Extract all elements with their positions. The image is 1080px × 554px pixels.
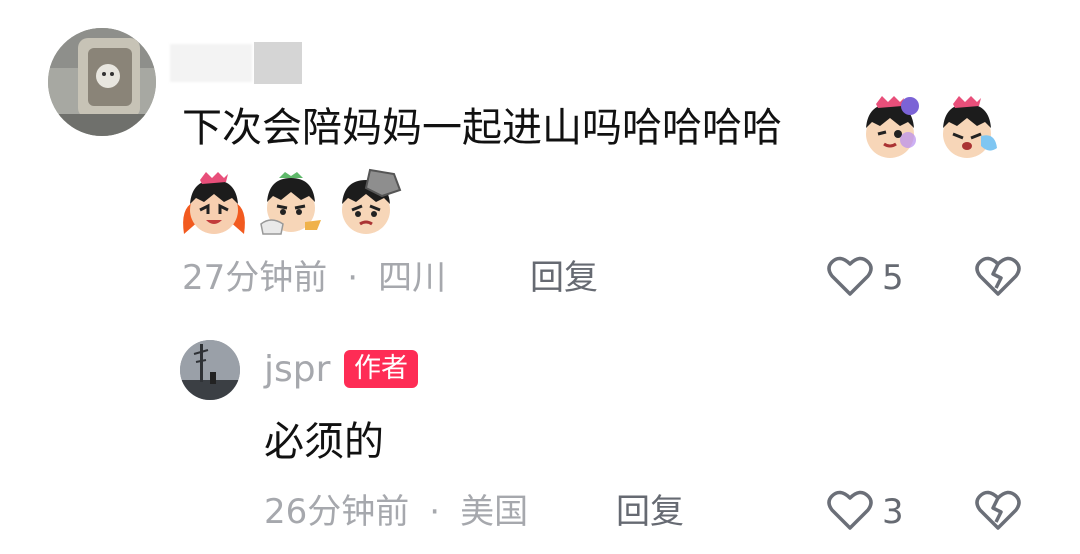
crying-face-emoji	[943, 96, 998, 158]
reply-to-reply-button[interactable]: 回复	[616, 492, 684, 532]
comment-location: 四川	[378, 258, 447, 298]
mischievous-face-emoji	[866, 96, 919, 158]
heart-icon	[827, 256, 873, 296]
rock-on-head-emoji	[342, 168, 402, 234]
broken-heart-icon	[975, 256, 1021, 296]
blurred-username	[170, 42, 302, 84]
emoji-group	[856, 92, 1005, 160]
comment-time: 27分钟前	[182, 258, 328, 298]
author-avatar[interactable]	[180, 340, 240, 400]
fiery-laugh-emoji	[183, 172, 245, 234]
reply-meta: 26分钟前 · 美国	[264, 492, 528, 532]
smirk-thumbs-emoji	[260, 172, 322, 235]
comment-text: 下次会陪妈妈一起进山吗哈哈哈哈	[182, 105, 782, 151]
commenter-avatar[interactable]	[48, 28, 156, 136]
like-button[interactable]	[826, 254, 874, 302]
author-username[interactable]: jspr	[264, 348, 330, 392]
like-count: 5	[882, 258, 904, 298]
comment-meta: 27分钟前 · 四川	[182, 258, 446, 298]
dislike-button[interactable]	[974, 254, 1022, 302]
separator-dot: ·	[347, 258, 359, 298]
like-button[interactable]	[826, 488, 874, 536]
broken-heart-icon	[975, 490, 1021, 530]
reply-button[interactable]: 回复	[530, 258, 598, 298]
emoji-group	[180, 168, 406, 236]
author-badge: 作者	[344, 350, 418, 388]
reply-text: 必须的	[264, 419, 384, 465]
reply-time: 26分钟前	[264, 492, 410, 532]
reply-location: 美国	[460, 492, 529, 532]
separator-dot: ·	[429, 492, 441, 532]
like-count: 3	[882, 492, 904, 532]
dislike-button[interactable]	[974, 488, 1022, 536]
heart-icon	[827, 490, 873, 530]
